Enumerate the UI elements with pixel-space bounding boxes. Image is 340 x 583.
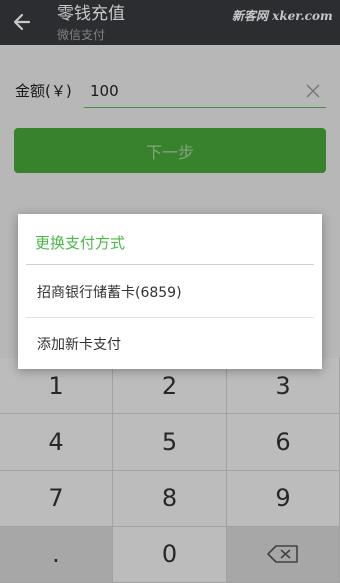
payment-method-dialog: 更换支付方式 招商银行储蓄卡(6859) 添加新卡支付 [18, 214, 322, 369]
dialog-title-divider [26, 264, 314, 265]
payment-option-label: 招商银行储蓄卡(6859) [37, 285, 182, 301]
payment-option-bank-card[interactable]: 招商银行储蓄卡(6859) [18, 266, 322, 318]
dialog-title: 更换支付方式 [35, 234, 126, 252]
payment-option-add-card[interactable]: 添加新卡支付 [18, 318, 322, 370]
payment-option-label: 添加新卡支付 [37, 337, 121, 353]
